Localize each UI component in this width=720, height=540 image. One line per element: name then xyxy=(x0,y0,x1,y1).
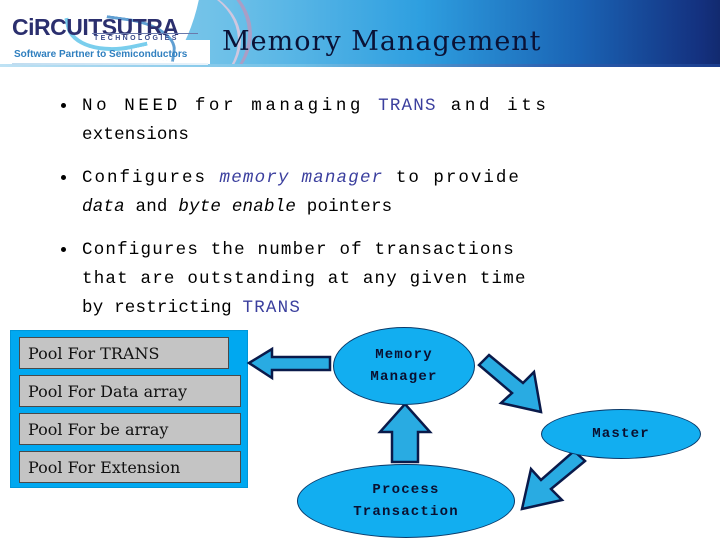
arrow-process-to-mm-icon xyxy=(377,402,433,464)
node-memory-manager-line-1: Memory xyxy=(375,347,433,363)
diagram-arrows xyxy=(246,346,587,511)
arrow-master-to-process-icon xyxy=(520,449,587,511)
node-process-transaction-line-2: Transaction xyxy=(353,504,459,520)
memory-management-diagram: Pool For TRANS Pool For Data array Pool … xyxy=(0,0,720,540)
node-process-transaction-line-1: Process xyxy=(372,482,440,498)
node-master[interactable]: Master xyxy=(541,409,701,459)
node-master-label: Master xyxy=(592,426,650,442)
arrow-mm-to-master-icon xyxy=(477,353,543,414)
node-memory-manager-line-2: Manager xyxy=(370,369,438,385)
arrow-mm-to-pools-icon xyxy=(246,346,332,381)
node-memory-manager[interactable]: Memory Manager xyxy=(333,327,475,405)
node-process-transaction[interactable]: Process Transaction xyxy=(297,464,515,538)
